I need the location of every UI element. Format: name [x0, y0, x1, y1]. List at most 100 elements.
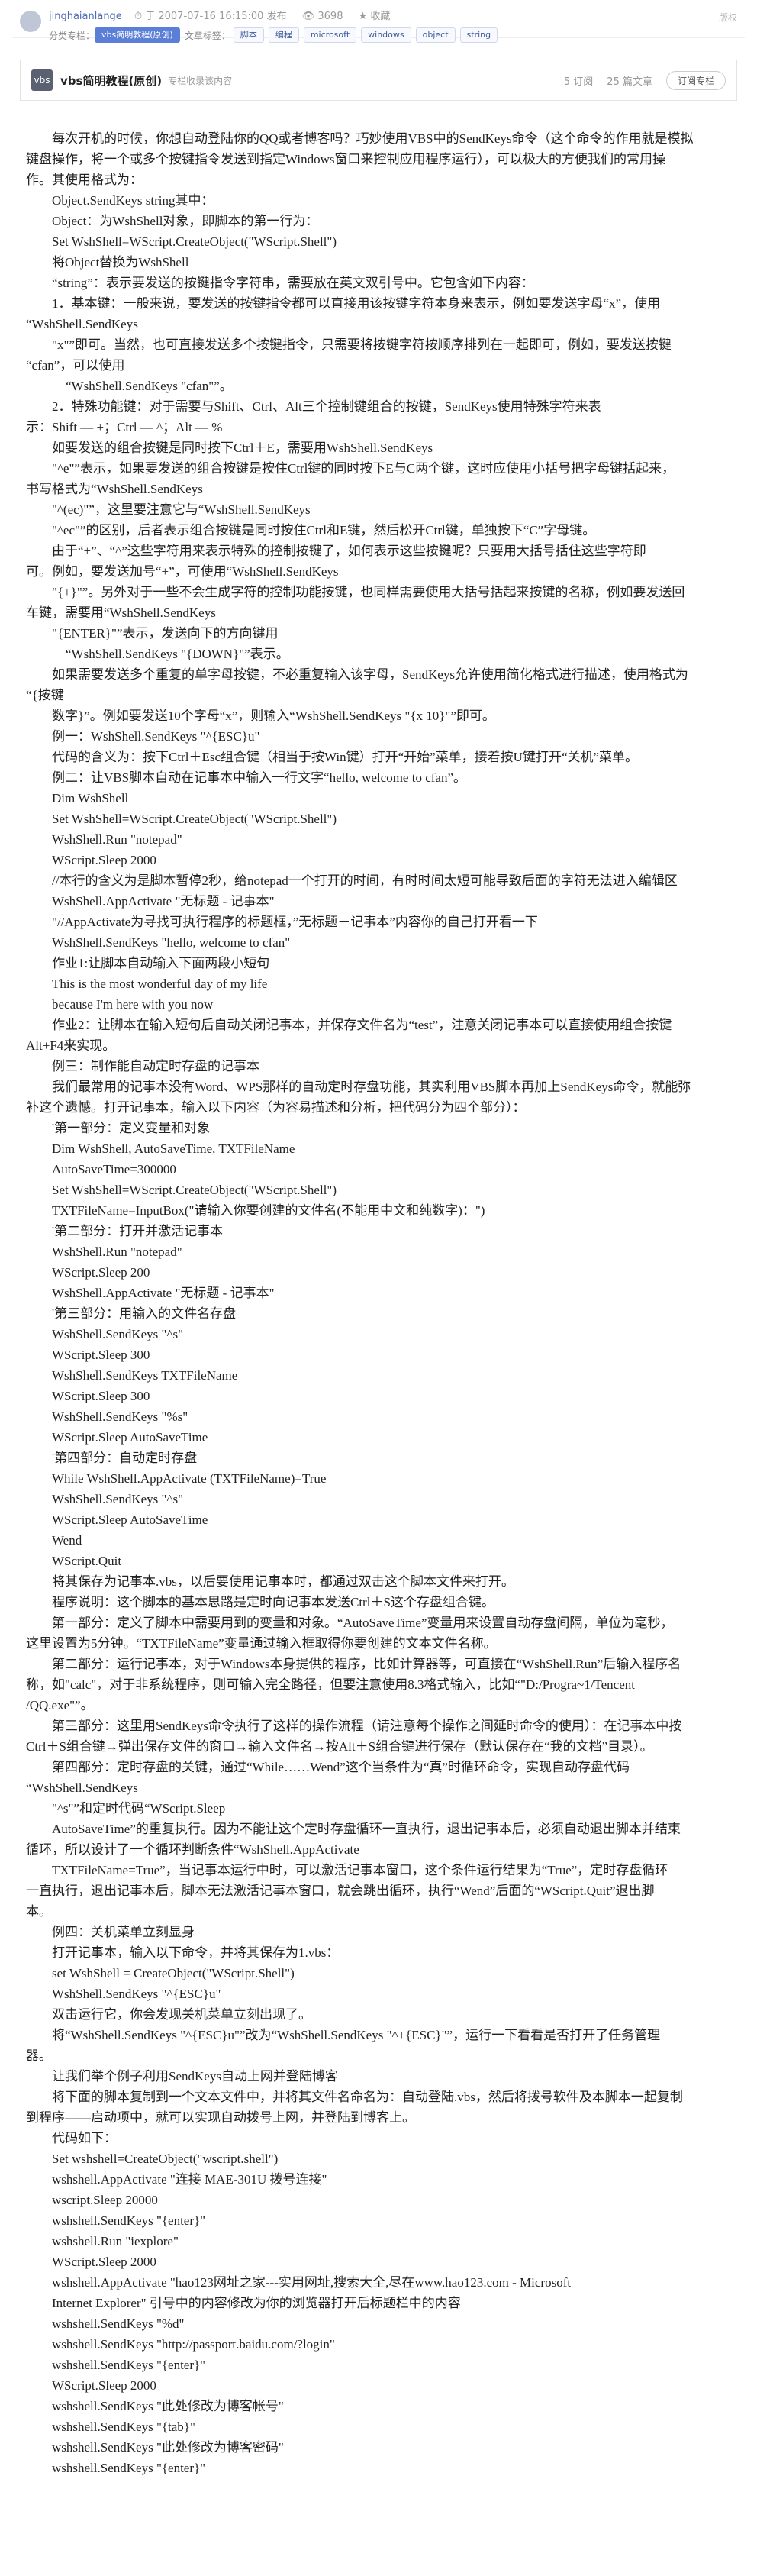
article-line: 第三部分：这里用SendKeys命令执行了这样的操作流程（请注意每个操作之间延时…: [52, 1719, 682, 1733]
article-line: "{+}"”。另外对于一些不会生成字符的控制功能按键，也同样需要使用大括号括起来…: [52, 585, 685, 599]
article-line: wshshell.SendKeys "{enter}": [52, 2358, 206, 2372]
article-line: wscript.Sleep 20000: [52, 2193, 158, 2207]
article-line: 作。其使用格式为：: [26, 173, 143, 187]
article-line: 代码如下：: [52, 2131, 117, 2145]
article-line: wshshell.SendKeys "此处修改为博客密码": [52, 2440, 284, 2455]
article-line: 让我们举个例子利用SendKeys自动上网并登陆博客: [52, 2069, 338, 2084]
article-line: 每次开机的时候，你想自动登陆你的QQ或者博客吗？巧妙使用VBS中的SendKey…: [52, 131, 694, 146]
article-line: set WshShell = CreateObject("WScript.She…: [52, 1966, 295, 1980]
article-line: TXTFileName=True”，当记事本运行中时，可以激活记事本窗口，这个条…: [52, 1863, 668, 1877]
article-line: 作业2：让脚本在输入短句后自动关闭记事本，并保存文件名为“test”，注意关闭记…: [52, 1018, 672, 1032]
article-line: 到程序——启动项中，就可以实现自动拨号上网，并登陆到博客上。: [26, 2110, 415, 2125]
article-line: 将“WshShell.SendKeys "^{ESC}u"”改为“WshShel…: [52, 2028, 661, 2042]
article-line: '第四部分：自动定时存盘: [52, 1451, 198, 1465]
article-line: wshshell.SendKeys "{enter}": [52, 2213, 206, 2228]
article-line: WScript.Sleep AutoSaveTime: [52, 1430, 208, 1445]
column-card: vbs vbs简明教程(原创) 专栏收录该内容 5 订阅 25 篇文章 订阅专栏: [20, 60, 737, 101]
article-line: Set WshShell=WScript.CreateObject("WScri…: [52, 234, 337, 249]
article-line: 例四：关机菜单立刻显身: [52, 1925, 195, 1939]
article-line: wshshell.SendKeys "http://passport.baidu…: [52, 2337, 335, 2352]
article-line: "^ec"”的区别，后者表示组合按键是同时按住Ctrl和E键，然后松开Ctrl键…: [52, 523, 596, 537]
article-line: Object.SendKeys string其中：: [52, 193, 214, 208]
article-line: 第四部分：定时存盘的关键，通过“While……Wend”这个当条件为“真”时循环…: [52, 1760, 630, 1774]
article-line: Object：为WshShell对象，即脚本的第一行为：: [52, 214, 319, 228]
article-line: '第二部分：打开并激活记事本: [52, 1224, 224, 1238]
article-line: wshshell.AppActivate "hao123网址之家---实用网址,…: [52, 2275, 572, 2290]
article-line: "//AppActivate为寻找可执行程序的标题框，”无标题－记事本”内容你的…: [52, 915, 538, 929]
article-line: Dim WshShell, AutoSaveTime, TXTFileName: [52, 1141, 295, 1156]
article-line: //本行的含义为是脚本暂停2秒，给notepad一个打开的时间，有时时间太短可能…: [52, 873, 678, 888]
article-line: "x"”即可。当然，也可直接发送多个按键指令，只需要将按键字符按顺序排列在一起即…: [52, 337, 672, 352]
article-line: 我们最常用的记事本没有Word、WPS那样的自动定时存盘功能，其实利用VBS脚本…: [52, 1080, 691, 1094]
article-line: wshshell.Run "iexplore": [52, 2234, 179, 2248]
article-line: WScript.Sleep 2000: [52, 853, 156, 867]
article-line: This is the most wonderful day of my lif…: [52, 976, 268, 991]
article-line: 将Object替换为WshShell: [52, 255, 189, 270]
article-line: WshShell.SendKeys "^s": [52, 1492, 184, 1506]
tag-row: 分类专栏： vbs简明教程(原创) 文章标签： 脚本 编程 microsoft win…: [49, 27, 502, 43]
star-icon[interactable]: ★: [359, 11, 368, 22]
article-line: 一直执行，退出记事本后，脚本无法激活记事本窗口，就会跳出循环，执行“Wend”后…: [26, 1884, 655, 1898]
article-line: wshshell.SendKeys "%d": [52, 2316, 185, 2331]
article-line: '第一部分：定义变量和对象: [52, 1121, 211, 1135]
column-subtitle: 专栏收录该内容: [168, 75, 233, 86]
article-line: “string”：表示要发送的按键指令字符串，需要放在英文双引号中。它包含如下内…: [52, 276, 534, 290]
article-line: Set WshShell=WScript.CreateObject("WScri…: [52, 1183, 337, 1197]
article-line: TXTFileName=InputBox("请输入你要创建的文件名(不能用中文和…: [52, 1203, 485, 1218]
article-line: Ctrl＋S组合键→弹出保存文件的窗口→输入文件名→按Alt＋S组合键进行保存（…: [26, 1739, 653, 1754]
author-avatar[interactable]: [20, 11, 41, 32]
article-line: 第一部分：定义了脚本中需要用到的变量和对象。“AutoSaveTime”变量用来…: [52, 1616, 674, 1630]
article-line: 由于“+”、“^”这些字符用来表示特殊的控制按键了，如何表示这些按键呢？只要用大…: [52, 544, 646, 558]
article-line: 例三：制作能自动定时存盘的记事本: [52, 1059, 259, 1073]
article-line: wshshell.AppActivate "连接 MAE-301U 拨号连接": [52, 2172, 327, 2187]
article-tag[interactable]: object: [415, 27, 456, 43]
article-line: 第二部分：运行记事本，对于Windows本身提供的程序，比如计算器等，可直接在“…: [52, 1657, 681, 1671]
article-line: 将下面的脚本复制到一个文本文件中，并将其文件名命名为：自动登陆.vbs，然后将拨…: [52, 2090, 683, 2104]
article-line: “WshShell.SendKeys: [26, 317, 138, 331]
article-line: "^s"”和定时代码“WScript.Sleep: [52, 1801, 226, 1816]
article-line: 双击运行它，你会发现关机菜单立刻出现了。: [52, 2007, 311, 2022]
author-name[interactable]: jinghaianlange: [49, 11, 122, 22]
article-body: 每次开机的时候，你想自动登陆你的QQ或者博客吗？巧妙使用VBS中的SendKey…: [12, 101, 745, 2478]
article-line: 循环，所以设计了一个循环判断条件“WshShell.AppActivate: [26, 1842, 359, 1857]
favorite-link[interactable]: 收藏: [370, 11, 390, 22]
article-line: WshShell.SendKeys "hello, welcome to cfa…: [52, 935, 291, 950]
article-line: 将其保存为记事本.vbs，以后要使用记事本时，都通过双击这个脚本文件来打开。: [52, 1574, 514, 1589]
article-line: Dim WshShell: [52, 791, 129, 805]
column-subscriptions: 5 订阅: [563, 76, 594, 88]
article-header: jinghaianlange ⏱ 于 2007-07-16 16:15:00 发…: [12, 0, 745, 43]
article-line: 称，如"calc"，对于非系统程序，则可输入完全路径，但要注意使用8.3格式输入…: [26, 1677, 635, 1692]
article-tag[interactable]: 编程: [268, 27, 299, 43]
column-tag[interactable]: vbs简明教程(原创): [95, 27, 180, 43]
article-line: because I'm here with you now: [52, 997, 214, 1012]
article-line: Internet Explorer" 引号中的内容修改为你的浏览器打开后标题栏中…: [52, 2296, 461, 2310]
article-line: WshShell.SendKeys "%s": [52, 1409, 188, 1424]
article-line: 示：Shift — +；Ctrl — ^；Alt — %: [26, 420, 223, 434]
article-line: Wend: [52, 1533, 82, 1548]
view-count: 3698: [317, 11, 343, 22]
article-line: 器。: [26, 2048, 52, 2063]
article-tag[interactable]: string: [459, 27, 498, 43]
article-line: "{ENTER}"”表示，发送向下的方向键用: [52, 626, 279, 641]
article-line: While WshShell.AppActivate (TXTFileName)…: [52, 1471, 327, 1486]
copyright-link[interactable]: 版权: [719, 11, 737, 24]
subscribe-button[interactable]: 订阅专栏: [665, 70, 726, 90]
article-line: 数字}”。例如要发送10个字母“x”，则输入“WshShell.SendKeys…: [52, 709, 495, 723]
article-line: wshshell.SendKeys "{enter}": [52, 2461, 206, 2475]
column-title[interactable]: vbs简明教程(原创): [60, 73, 162, 89]
article-line: WScript.Quit: [52, 1554, 122, 1568]
article-line: 如要发送的组合按键是同时按下Ctrl＋E，需要用WshShell.SendKey…: [52, 441, 433, 455]
publish-time: 于 2007-07-16 16:15:00 发布: [145, 11, 287, 22]
article-line: 可。例如，要发送加号“+”，可使用“WshShell.SendKeys: [26, 564, 339, 579]
clock-icon: ⏱: [134, 11, 143, 22]
article-line: 如果需要发送多个重复的单字母按键，不必重复输入该字母，SendKeys允许使用简…: [52, 667, 688, 682]
article-tag[interactable]: microsoft: [303, 27, 357, 43]
article-tag[interactable]: windows: [361, 27, 411, 43]
article-line: WshShell.Run "notepad": [52, 832, 182, 847]
article-line: “WshShell.SendKeys: [26, 1780, 138, 1795]
column-articles: 25 篇文章: [607, 76, 652, 88]
article-line: wshshell.SendKeys "此处修改为博客帐号": [52, 2399, 284, 2413]
article-line: WshShell.SendKeys TXTFileName: [52, 1368, 238, 1383]
article-line: 书写格式为“WshShell.SendKeys: [26, 482, 203, 496]
article-tag[interactable]: 脚本: [233, 27, 264, 43]
